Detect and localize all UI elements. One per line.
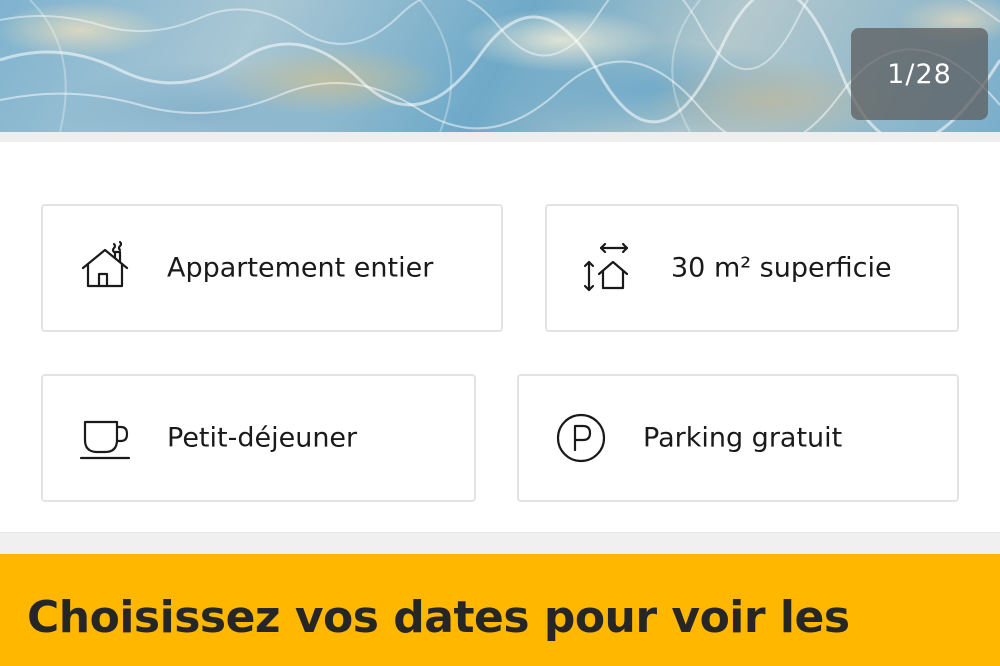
feature-breakfast: Petit-déjeuner (41, 374, 476, 502)
feature-area: 30 m² superficie (545, 204, 959, 332)
section-divider (0, 532, 1000, 554)
feature-label: Petit-déjeuner (167, 422, 358, 454)
parking-icon (553, 410, 609, 466)
feature-label: 30 m² superficie (671, 252, 892, 284)
date-selection-title: Choisissez vos dates pour voir les (27, 592, 850, 643)
house-icon (77, 240, 133, 296)
area-icon (581, 240, 637, 296)
coffee-cup-icon (77, 410, 133, 466)
feature-label: Parking gratuit (643, 422, 843, 454)
feature-entire-apartment: Appartement entier (41, 204, 503, 332)
property-photo[interactable]: 1/28 (0, 0, 1000, 132)
date-selection-banner: Choisissez vos dates pour voir les (0, 554, 1000, 666)
property-facilities: Appartement entier 30 m² superficie Peti… (0, 132, 1000, 532)
feature-label: Appartement entier (167, 252, 434, 284)
feature-free-parking: Parking gratuit (517, 374, 959, 502)
photo-counter: 1/28 (851, 28, 988, 120)
pool-water-image (0, 0, 1000, 132)
